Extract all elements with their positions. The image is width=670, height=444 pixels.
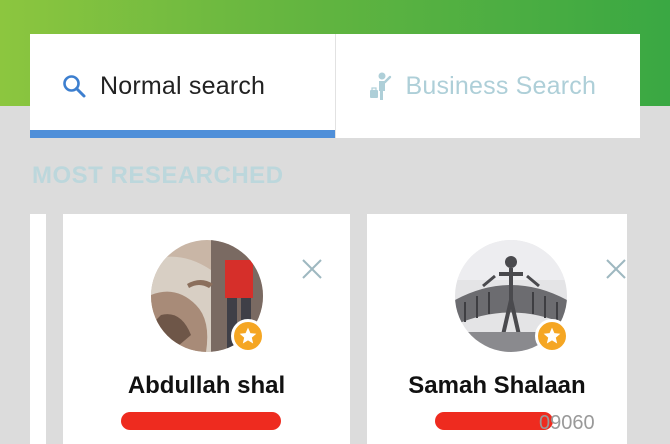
star-icon — [239, 327, 257, 344]
contact-card[interactable]: Samah Shalaan 09060 — [367, 214, 627, 444]
search-tabs: Normal search Business Search — [30, 34, 640, 138]
tab-normal-search-label: Normal search — [100, 71, 266, 100]
section-title: MOST RESEARCHED — [32, 162, 284, 189]
contact-card[interactable]: Abdullah shal — [63, 214, 350, 444]
star-icon — [543, 327, 561, 344]
contact-name: Samah Shalaan — [408, 372, 586, 399]
search-icon — [60, 72, 88, 100]
close-icon[interactable] — [605, 258, 627, 280]
business-person-icon — [366, 72, 394, 100]
star-badge — [535, 319, 569, 353]
star-badge — [231, 319, 265, 353]
previous-card-edge[interactable] — [30, 214, 46, 444]
phone-number-fragment: 09060 — [539, 412, 595, 434]
tab-normal-search[interactable]: Normal search — [30, 34, 335, 138]
tab-business-search[interactable]: Business Search — [334, 34, 641, 138]
close-icon[interactable] — [301, 258, 323, 280]
tab-business-search-label: Business Search — [405, 71, 597, 100]
redacted-phone — [121, 412, 281, 430]
active-tab-indicator — [30, 130, 335, 138]
contact-name: Abdullah shal — [127, 372, 286, 399]
redacted-phone — [435, 412, 553, 430]
